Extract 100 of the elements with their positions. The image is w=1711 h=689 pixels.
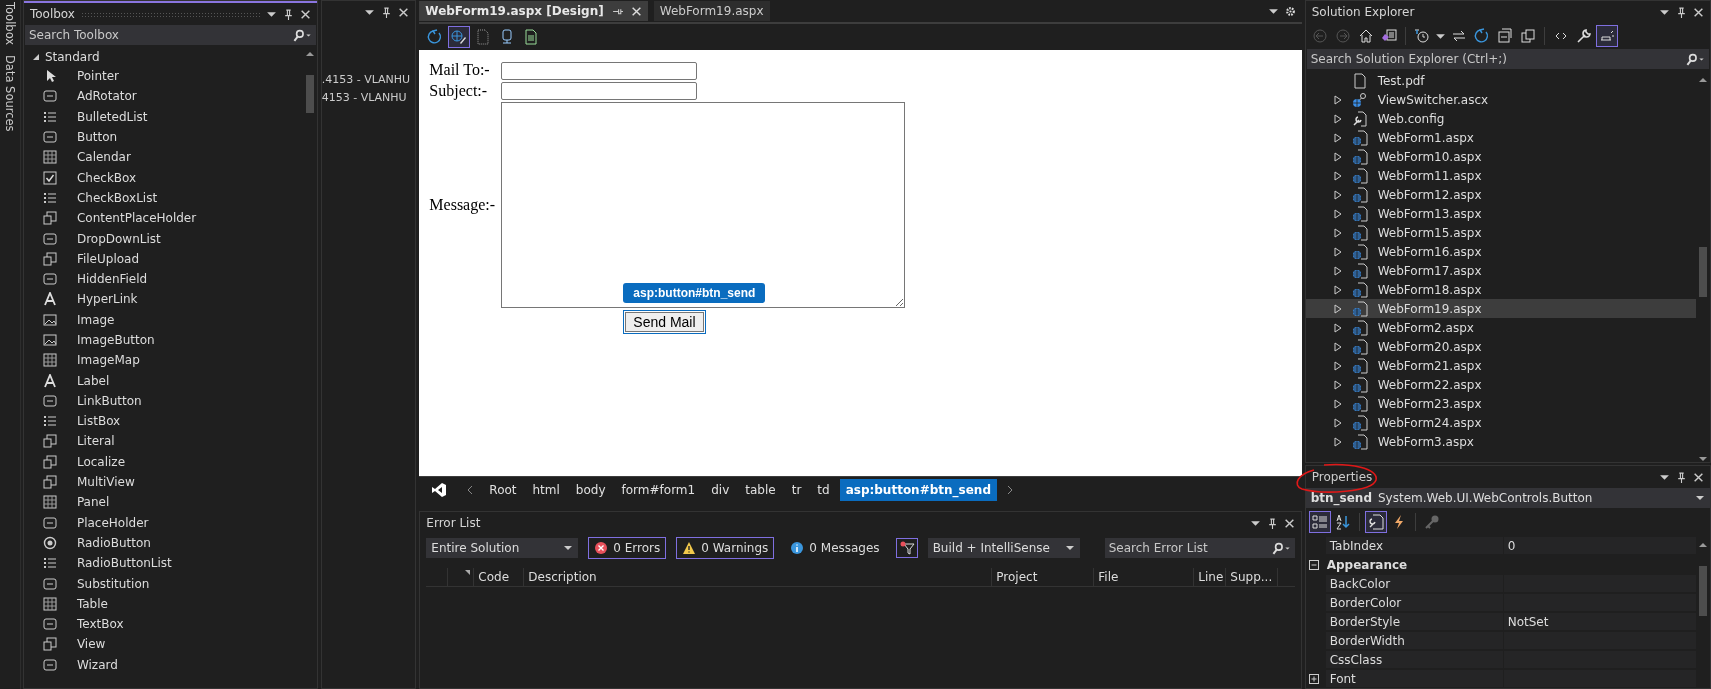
toolbox-item[interactable]: Wizard (76, 657, 118, 672)
property-name: Font (1325, 669, 1504, 688)
panel-title: Toolbox (29, 7, 75, 21)
warnings-filter-button[interactable]: 0 Warnings (676, 537, 775, 559)
toolbox-item[interactable]: CheckBox (76, 170, 137, 185)
toolbox-item[interactable]: RadioButtonList (76, 556, 172, 571)
solution-item[interactable]: ViewSwitcher.ascx (1305, 90, 1696, 109)
solution-item[interactable]: WebForm15.aspx (1305, 223, 1696, 242)
solution-item[interactable]: Test.pdf (1305, 71, 1696, 90)
property-name: CssClass (1325, 650, 1504, 669)
toolbox-item[interactable]: Localize (76, 454, 126, 469)
breadcrumb-item[interactable]: div (711, 479, 730, 501)
column-header[interactable]: Code (474, 568, 525, 586)
toolbox-item[interactable]: Panel (76, 495, 110, 510)
search-field[interactable]: Search Toolbox (24, 25, 316, 45)
toolbox-item[interactable]: Pointer (76, 69, 120, 84)
toolbox-item[interactable]: TextBox (76, 617, 124, 632)
property-name: BorderColor (1325, 593, 1504, 612)
build-filter-dropdown[interactable]: Build + IntelliSense (927, 538, 1080, 558)
solution-item[interactable]: WebForm1.aspx (1305, 128, 1696, 147)
property-name: TabIndex (1325, 536, 1504, 555)
output-text: .4153 - VLANHU (321, 72, 412, 88)
output-text: 4153 - VLANHU (321, 90, 408, 106)
property-name: BackColor (1325, 574, 1504, 593)
scope-dropdown[interactable]: Entire Solution (426, 538, 579, 558)
toolbox-item[interactable]: Image (76, 312, 115, 327)
toolbox-item[interactable]: ContentPlaceHolder (76, 211, 197, 226)
toolbox-item[interactable]: View (76, 637, 106, 652)
panel-title: Error List (426, 516, 481, 530)
solution-item[interactable]: WebForm10.aspx (1305, 147, 1696, 166)
solution-item[interactable]: WebForm11.aspx (1305, 166, 1696, 185)
category-name: Appearance (1326, 557, 1408, 572)
panel-title: Properties (1311, 470, 1373, 484)
column-header[interactable]: Project (992, 568, 1095, 586)
toolbox-item[interactable]: RadioButton (76, 535, 151, 550)
document-tab[interactable]: WebForm19.aspx [Design] (419, 1, 648, 21)
group-label[interactable]: Standard (44, 50, 100, 64)
column-header[interactable]: Line (1194, 568, 1227, 586)
solution-item[interactable]: WebForm19.aspx (1305, 299, 1696, 318)
solution-item[interactable]: WebForm24.aspx (1305, 413, 1696, 432)
solution-item[interactable]: WebForm20.aspx (1305, 337, 1696, 356)
breadcrumb-item[interactable]: tr (791, 479, 802, 501)
document-tab[interactable]: WebForm19.aspx (653, 1, 770, 21)
column-header[interactable]: Supp... (1226, 568, 1279, 586)
toolbox-item[interactable]: Button (76, 130, 118, 145)
toolbox-item[interactable]: HiddenField (76, 272, 148, 287)
toolbox-item[interactable]: LinkButton (76, 393, 142, 408)
breadcrumb-item[interactable]: Root (489, 479, 517, 501)
solution-item[interactable]: WebForm2.aspx (1305, 318, 1696, 337)
solution-item[interactable]: WebForm13.aspx (1305, 204, 1696, 223)
toolbox-item[interactable]: HyperLink (76, 292, 138, 307)
toolbox-item[interactable]: ListBox (76, 414, 121, 429)
solution-item[interactable]: WebForm12.aspx (1305, 185, 1696, 204)
side-tab[interactable]: Data Sources (2, 55, 17, 132)
breadcrumb-item[interactable]: body (575, 479, 606, 501)
column-header[interactable]: Description (524, 568, 993, 586)
toolbox-item[interactable]: MultiView (76, 475, 135, 490)
toolbox-item[interactable]: AdRotator (76, 89, 137, 104)
property-name: BorderWidth (1325, 631, 1504, 650)
solution-item[interactable]: WebForm3.aspx (1305, 432, 1696, 451)
object-selector[interactable]: btn_send System.Web.UI.WebControls.Button (1305, 488, 1710, 508)
solution-item[interactable]: WebForm18.aspx (1305, 280, 1696, 299)
toolbox-item[interactable]: ImageMap (76, 353, 140, 368)
solution-item[interactable]: Web.config (1305, 109, 1696, 128)
toolbox-item[interactable]: DropDownList (76, 231, 161, 246)
panel-title: Solution Explorer (1311, 5, 1415, 19)
search-field[interactable]: Search Solution Explorer (Ctrl+;) (1306, 49, 1709, 69)
form-label: Mail To:- (429, 61, 490, 79)
toolbox-item[interactable]: CheckBoxList (76, 190, 158, 205)
toolbox-item[interactable]: Literal (76, 434, 115, 449)
solution-item[interactable]: WebForm17.aspx (1305, 261, 1696, 280)
toolbox-item[interactable]: BulletedList (76, 109, 148, 124)
send-button[interactable]: Send Mail (625, 312, 704, 332)
breadcrumb-item[interactable]: td (817, 479, 830, 501)
property-name: BorderStyle (1325, 612, 1504, 631)
errors-filter-button[interactable]: 0 Errors (588, 537, 667, 559)
toolbox-item[interactable]: Substitution (76, 576, 150, 591)
solution-item[interactable]: WebForm16.aspx (1305, 242, 1696, 261)
toolbox-item[interactable]: FileUpload (76, 251, 140, 266)
breadcrumb-item[interactable]: asp:button#btn_send (839, 479, 997, 501)
search-field[interactable]: Search Error List (1104, 538, 1295, 558)
messages-filter-button[interactable]: 0 Messages (784, 537, 886, 559)
property-value[interactable]: 0 (1503, 536, 1696, 555)
solution-item[interactable]: WebForm21.aspx (1305, 356, 1696, 375)
toolbox-item[interactable]: Calendar (76, 150, 131, 165)
element-tooltip: asp:button#btn_send (623, 283, 766, 303)
breadcrumb-item[interactable]: html (532, 479, 560, 501)
toolbox-item[interactable]: Table (76, 596, 108, 611)
toolbox-item[interactable]: Label (76, 373, 110, 388)
breadcrumb-item[interactable]: table (745, 479, 776, 501)
column-header[interactable]: File (1094, 568, 1195, 586)
property-value[interactable]: NotSet (1503, 612, 1696, 631)
form-label: Message:- (429, 196, 496, 213)
solution-item[interactable]: WebForm22.aspx (1305, 375, 1696, 394)
toolbox-item[interactable]: PlaceHolder (76, 515, 149, 530)
side-tab[interactable]: Toolbox (2, 2, 17, 46)
breadcrumb-item[interactable]: form#form1 (621, 479, 696, 501)
solution-item[interactable]: WebForm23.aspx (1305, 394, 1696, 413)
toolbox-item[interactable]: ImageButton (76, 333, 155, 347)
form-label: Subject:- (429, 81, 488, 99)
